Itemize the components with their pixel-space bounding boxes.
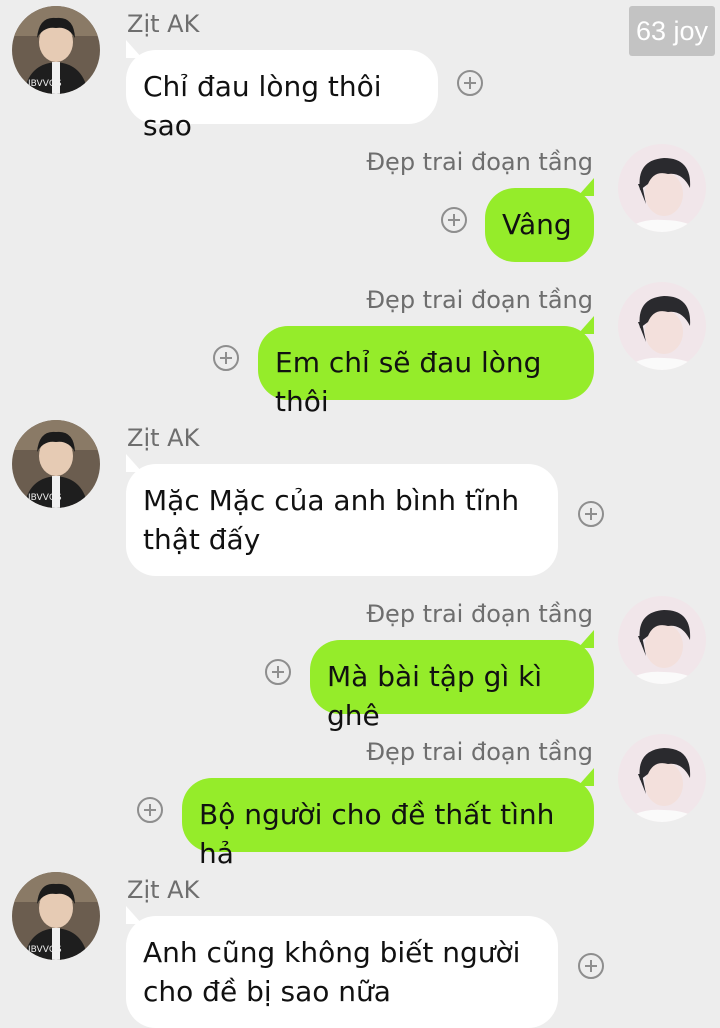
plus-circle-icon[interactable] xyxy=(578,953,604,979)
svg-text:IBVVGS: IBVVGS xyxy=(28,945,62,955)
message-bubble[interactable]: Em chỉ sẽ đau lòng thôi xyxy=(258,316,594,418)
sender-name: Đẹp trai đoạn tầng xyxy=(366,286,593,314)
avatar-self[interactable] xyxy=(618,734,706,822)
avatar-zit-ak[interactable]: IBVVGS xyxy=(12,420,100,508)
plus-circle-icon[interactable] xyxy=(213,345,239,371)
avatar-self[interactable] xyxy=(618,596,706,684)
message-bubble[interactable]: Mà bài tập gì kì ghê xyxy=(310,630,594,732)
sender-name: Zịt AK xyxy=(127,424,200,452)
plus-circle-icon[interactable] xyxy=(137,797,163,823)
message-row: Đẹp trai đoạn tầng Mà bài tập gì kì ghê xyxy=(0,596,720,732)
avatar-zit-ak[interactable]: IBVVGS xyxy=(12,872,100,960)
plus-circle-icon[interactable] xyxy=(578,501,604,527)
message-bubble[interactable]: Chỉ đau lòng thôi sao xyxy=(126,40,438,142)
svg-text:IBVVGS: IBVVGS xyxy=(28,79,62,89)
message-row: Đẹp trai đoạn tầng Bộ người cho đề thất … xyxy=(0,734,720,870)
svg-text:IBVVGS: IBVVGS xyxy=(28,493,62,503)
plus-circle-icon[interactable] xyxy=(457,70,483,96)
message-row: IBVVGS Zịt AK Chỉ đau lòng thôi sao xyxy=(0,6,720,142)
sender-name: Đẹp trai đoạn tầng xyxy=(366,738,593,766)
message-row: IBVVGS Zịt AK Mặc Mặc của anh bình tĩnh … xyxy=(0,420,720,576)
message-row: IBVVGS Zịt AK Anh cũng không biết người … xyxy=(0,872,720,1028)
message-bubble[interactable]: Mặc Mặc của anh bình tĩnh thật đấy xyxy=(126,454,558,576)
plus-circle-icon[interactable] xyxy=(265,659,291,685)
avatar-zit-ak[interactable]: IBVVGS xyxy=(12,6,100,94)
plus-circle-icon[interactable] xyxy=(441,207,467,233)
message-row: Đẹp trai đoạn tầng Em chỉ sẽ đau lòng th… xyxy=(0,282,720,418)
sender-name: Zịt AK xyxy=(127,876,200,904)
sender-name: Đẹp trai đoạn tầng xyxy=(366,600,593,628)
avatar-self[interactable] xyxy=(618,144,706,232)
sender-name: Zịt AK xyxy=(127,10,200,38)
avatar-self[interactable] xyxy=(618,282,706,370)
message-bubble[interactable]: Vâng xyxy=(485,178,594,262)
message-row: Đẹp trai đoạn tầng Vâng xyxy=(0,144,720,262)
message-bubble[interactable]: Bộ người cho đề thất tình hả xyxy=(182,768,594,870)
sender-name: Đẹp trai đoạn tầng xyxy=(366,148,593,176)
message-bubble[interactable]: Anh cũng không biết người cho đề bị sao … xyxy=(126,906,558,1028)
